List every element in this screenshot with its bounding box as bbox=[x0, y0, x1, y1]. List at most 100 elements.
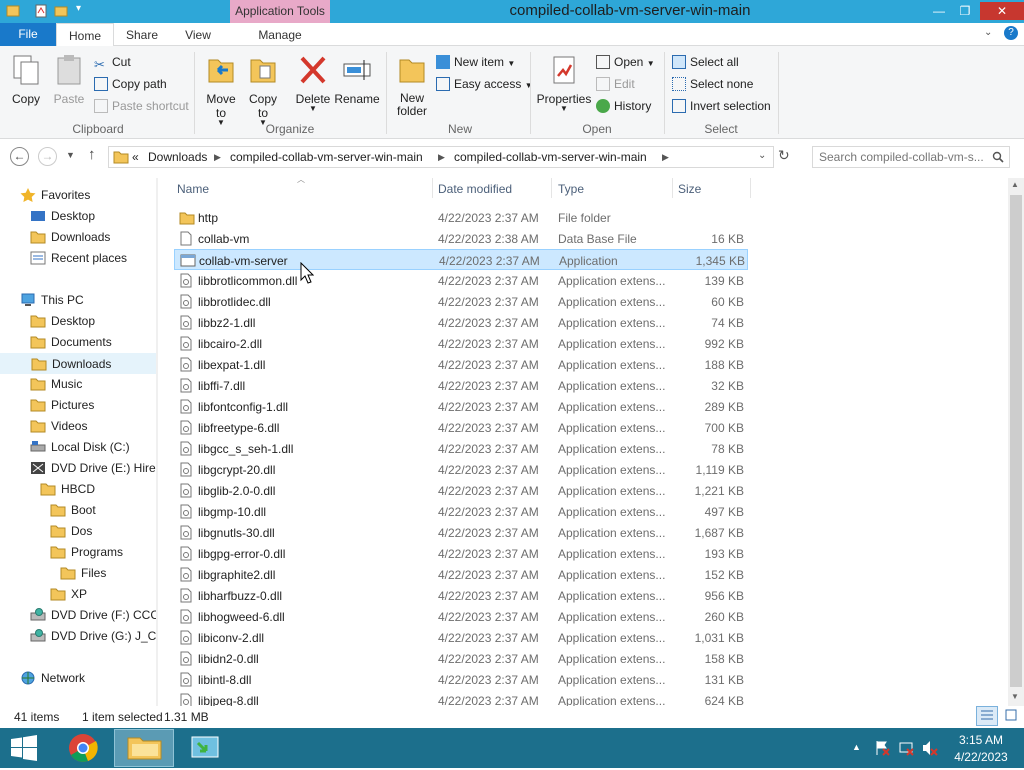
tab-home[interactable]: Home bbox=[56, 23, 114, 47]
paste-button[interactable]: Paste bbox=[50, 54, 88, 106]
back-button[interactable]: ← bbox=[10, 147, 29, 166]
nav-item-videos[interactable]: Videos bbox=[0, 416, 158, 437]
nav-item-dvd-e[interactable]: DVD Drive (E:) Hiren bbox=[0, 458, 158, 479]
up-button[interactable]: ↑ bbox=[88, 146, 96, 163]
copy-path-button[interactable]: Copy path bbox=[94, 74, 167, 94]
scrollbar-thumb[interactable] bbox=[1010, 195, 1022, 687]
file-row[interactable]: libffi-7.dll 4/22/2023 2:37 AM Application… bbox=[174, 375, 748, 396]
new-folder-icon[interactable] bbox=[54, 4, 68, 18]
column-header-date[interactable]: Date modified bbox=[438, 182, 512, 196]
copy-to-button[interactable]: Copy to ▼ bbox=[244, 54, 282, 127]
nav-item-pc-downloads[interactable]: Downloads bbox=[0, 353, 158, 374]
file-row[interactable]: libbz2-1.dll 4/22/2023 2:37 AM Application… bbox=[174, 312, 748, 333]
column-divider[interactable] bbox=[672, 178, 673, 198]
file-row[interactable]: collab-vm-server 4/22/2023 2:37 AM Applica… bbox=[174, 249, 748, 270]
edit-button[interactable]: Edit bbox=[596, 74, 635, 94]
file-row[interactable]: libiconv-2.dll 4/22/2023 2:37 AM Applicati… bbox=[174, 627, 748, 648]
tab-manage[interactable]: Manage bbox=[230, 23, 330, 46]
history-button[interactable]: History bbox=[596, 96, 651, 116]
copy-button[interactable]: Copy bbox=[6, 54, 46, 106]
volume-muted-icon[interactable] bbox=[922, 740, 938, 756]
nav-item-recent[interactable]: Recent places bbox=[0, 248, 158, 269]
nav-item-local-disk[interactable]: Local Disk (C:) bbox=[0, 437, 158, 458]
close-button[interactable]: ✕ bbox=[980, 2, 1024, 20]
nav-item-dvd-g[interactable]: DVD Drive (G:) J_CEN bbox=[0, 626, 158, 647]
file-row[interactable]: libcairo-2.dll 4/22/2023 2:37 AM Applicati… bbox=[174, 333, 748, 354]
easy-access-button[interactable]: Easy access ▼ bbox=[436, 74, 533, 94]
nav-item-files[interactable]: Files bbox=[0, 563, 158, 584]
tab-share[interactable]: Share bbox=[118, 23, 166, 46]
file-row[interactable]: libhogweed-6.dll 4/22/2023 2:37 AM Applica… bbox=[174, 606, 748, 627]
file-row[interactable]: libgraphite2.dll 4/22/2023 2:37 AM Applica… bbox=[174, 564, 748, 585]
breadcrumb-overflow[interactable]: « bbox=[132, 150, 139, 164]
file-row[interactable]: libglib-2.0-0.dll 4/22/2023 2:37 AM Applic… bbox=[174, 480, 748, 501]
scroll-up-icon[interactable]: ▲ bbox=[1011, 180, 1019, 189]
breadcrumb-downloads[interactable]: Downloads bbox=[148, 150, 207, 164]
file-row[interactable]: libintl-8.dll 4/22/2023 2:37 AM Applicatio… bbox=[174, 669, 748, 690]
move-to-button[interactable]: Move to ▼ bbox=[202, 54, 240, 127]
search-icon[interactable] bbox=[992, 151, 1004, 163]
windows-start-icon[interactable] bbox=[10, 735, 38, 761]
nav-item-hbcd[interactable]: HBCD bbox=[0, 479, 158, 500]
nav-item-dvd-f[interactable]: DVD Drive (F:) CCCC bbox=[0, 605, 158, 626]
file-row[interactable]: libgcrypt-20.dll 4/22/2023 2:37 AM Applica… bbox=[174, 459, 748, 480]
nav-item-pictures[interactable]: Pictures bbox=[0, 395, 158, 416]
new-folder-button[interactable]: New folder bbox=[392, 54, 432, 118]
network-icon[interactable] bbox=[898, 740, 914, 756]
column-header-name[interactable]: Name bbox=[177, 182, 209, 196]
nav-item-favorites[interactable]: Favorites bbox=[0, 185, 158, 206]
qat-dropdown-icon[interactable]: ▾ bbox=[76, 3, 81, 14]
nav-item-xp[interactable]: XP bbox=[0, 584, 158, 605]
refresh-icon[interactable]: ↻ bbox=[778, 147, 790, 164]
file-row[interactable]: collab-vm 4/22/2023 2:38 AM Data Base File… bbox=[174, 228, 748, 249]
properties-button[interactable]: Properties ▼ bbox=[536, 54, 592, 113]
file-row[interactable]: libfreetype-6.dll 4/22/2023 2:37 AM Applic… bbox=[174, 417, 748, 438]
file-row[interactable]: http 4/22/2023 2:37 AM File folder bbox=[174, 207, 748, 228]
select-none-button[interactable]: Select none bbox=[672, 74, 753, 94]
recent-locations-dropdown[interactable]: ▼ bbox=[66, 150, 75, 160]
invert-selection-button[interactable]: Invert selection bbox=[672, 96, 771, 116]
breadcrumb-separator-icon[interactable]: ▶ bbox=[662, 152, 669, 163]
file-row[interactable]: libgnutls-30.dll 4/22/2023 2:37 AM Applica… bbox=[174, 522, 748, 543]
cut-button[interactable]: ✂ Cut bbox=[94, 52, 131, 72]
paste-shortcut-button[interactable]: Paste shortcut bbox=[94, 96, 189, 116]
nav-item-pc-desktop[interactable]: Desktop bbox=[0, 311, 158, 332]
search-input[interactable]: Search compiled-collab-vm-s... bbox=[812, 146, 1010, 168]
file-row[interactable]: libgcc_s_seh-1.dll 4/22/2023 2:37 AM Appli… bbox=[174, 438, 748, 459]
action-center-flag-icon[interactable] bbox=[874, 740, 890, 756]
rename-button[interactable]: Rename bbox=[334, 54, 380, 106]
nav-item-desktop[interactable]: Desktop bbox=[0, 206, 158, 227]
column-divider[interactable] bbox=[551, 178, 552, 198]
forward-button[interactable]: → bbox=[38, 147, 57, 166]
navigation-pane-splitter[interactable] bbox=[156, 178, 158, 706]
tab-view[interactable]: View bbox=[174, 23, 222, 46]
file-row[interactable]: libgpg-error-0.dll 4/22/2023 2:37 AM Appli… bbox=[174, 543, 748, 564]
maximize-button[interactable]: ❐ bbox=[952, 2, 978, 20]
taskbar-clock-time[interactable]: 3:15 AM bbox=[956, 733, 1006, 747]
breadcrumb-separator-icon[interactable]: ▶ bbox=[438, 152, 445, 163]
new-item-button[interactable]: New item ▼ bbox=[436, 52, 515, 72]
nav-item-music[interactable]: Music bbox=[0, 374, 158, 395]
taskbar-chrome-button[interactable] bbox=[54, 729, 114, 767]
file-row[interactable]: libidn2-0.dll 4/22/2023 2:37 AM Applicatio… bbox=[174, 648, 748, 669]
file-row[interactable]: libbrotlidec.dll 4/22/2023 2:37 AM Applica… bbox=[174, 291, 748, 312]
file-row[interactable]: libfontconfig-1.dll 4/22/2023 2:37 AM Appl… bbox=[174, 396, 748, 417]
nav-item-boot[interactable]: Boot bbox=[0, 500, 158, 521]
large-icons-view-button[interactable] bbox=[1002, 706, 1022, 726]
open-button[interactable]: Open ▼ bbox=[596, 52, 655, 72]
scroll-down-icon[interactable]: ▼ bbox=[1011, 692, 1019, 701]
tab-file[interactable]: File bbox=[0, 23, 56, 46]
breadcrumb-separator-icon[interactable]: ▶ bbox=[214, 152, 221, 163]
nav-item-programs[interactable]: Programs bbox=[0, 542, 158, 563]
taskbar-clock-date[interactable]: 4/22/2023 bbox=[952, 750, 1010, 764]
column-header-type[interactable]: Type bbox=[558, 182, 584, 196]
file-row[interactable]: libharfbuzz-0.dll 4/22/2023 2:37 AM Applic… bbox=[174, 585, 748, 606]
nav-item-downloads[interactable]: Downloads bbox=[0, 227, 158, 248]
minimize-button[interactable]: — bbox=[926, 2, 952, 20]
help-icon[interactable]: ? bbox=[1004, 26, 1018, 40]
taskbar-app-button[interactable] bbox=[176, 729, 236, 767]
show-hidden-icons-icon[interactable]: ▲ bbox=[852, 742, 861, 752]
address-dropdown-icon[interactable]: ⌄ bbox=[758, 150, 766, 161]
nav-item-this-pc[interactable]: This PC bbox=[0, 290, 158, 311]
delete-button[interactable]: Delete ▼ bbox=[292, 54, 334, 113]
